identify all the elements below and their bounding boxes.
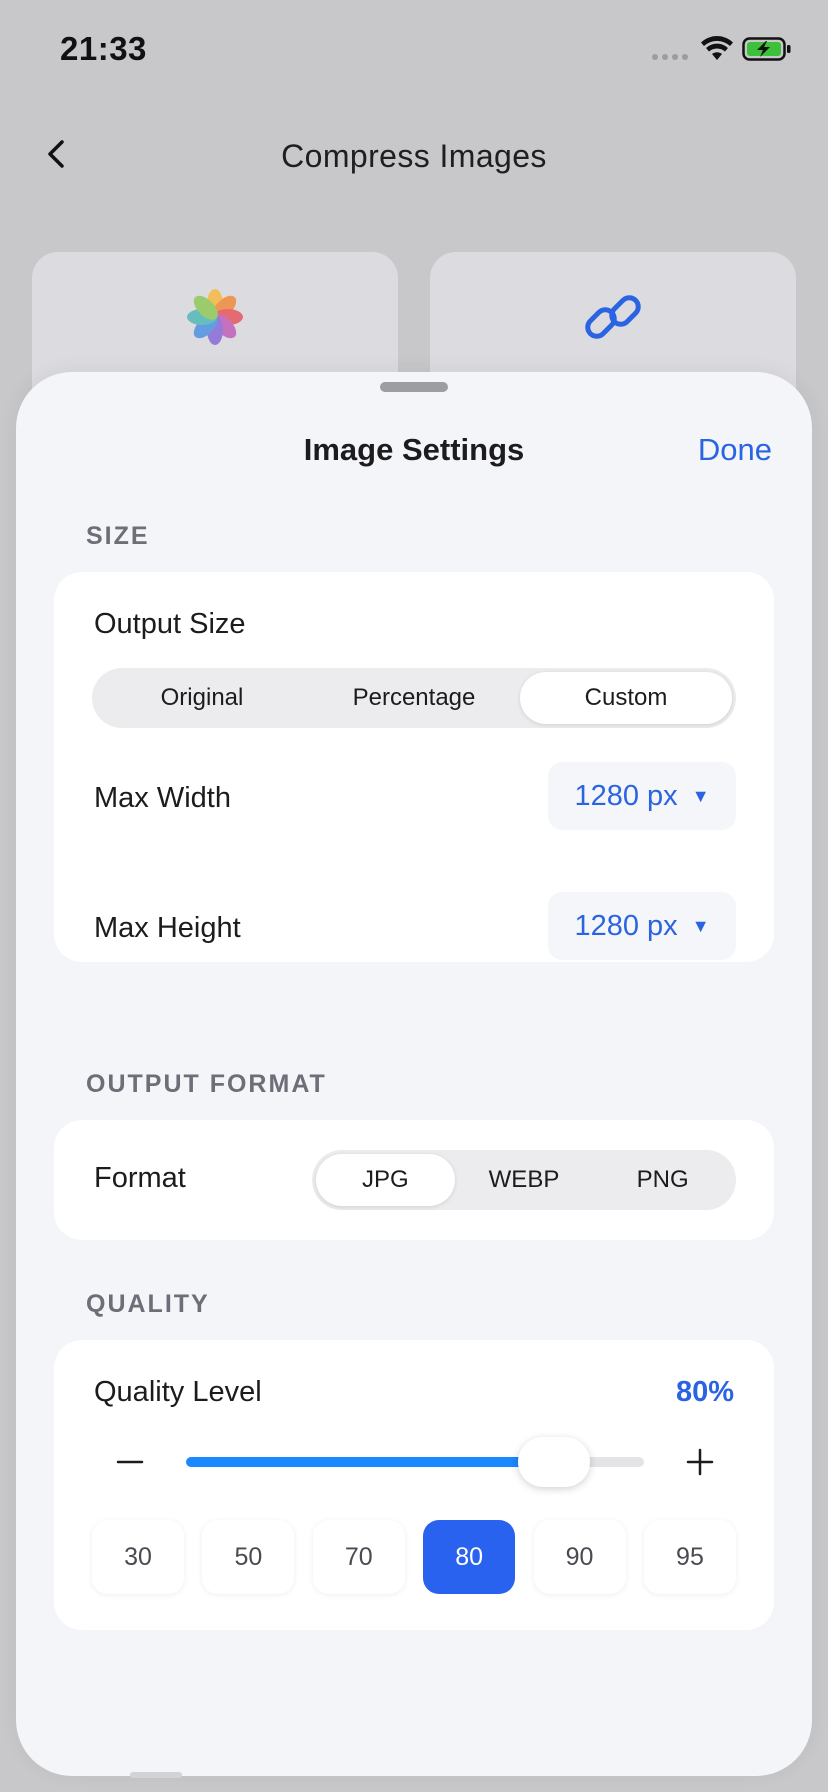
- preset-80[interactable]: 80: [423, 1520, 516, 1594]
- navigation-bar: Compress Images: [0, 120, 828, 190]
- status-time: 21:33: [60, 30, 147, 67]
- plus-icon[interactable]: [682, 1444, 718, 1480]
- segment-custom[interactable]: Custom: [520, 672, 732, 724]
- preset-30[interactable]: 30: [92, 1520, 184, 1594]
- segment-percentage[interactable]: Percentage: [308, 672, 520, 724]
- quality-presets: 30 50 70 80 90 95: [92, 1520, 736, 1594]
- segment-jpg[interactable]: JPG: [316, 1154, 455, 1206]
- format-segmented-control: JPG WEBP PNG: [312, 1150, 736, 1210]
- size-card: Output Size Original Percentage Custom M…: [54, 572, 774, 962]
- preset-50[interactable]: 50: [202, 1520, 295, 1594]
- quality-slider-fill: [186, 1457, 527, 1467]
- preset-90[interactable]: 90: [533, 1520, 626, 1594]
- sheet-title: Image Settings: [303, 432, 525, 467]
- max-height-picker[interactable]: 1280 px ▼: [548, 892, 736, 960]
- output-size-segmented-control: Original Percentage Custom: [92, 668, 736, 728]
- caret-down-icon: ▼: [691, 785, 710, 806]
- quality-slider-thumb[interactable]: [518, 1437, 591, 1487]
- segment-webp[interactable]: WEBP: [455, 1154, 594, 1206]
- segment-png[interactable]: PNG: [593, 1154, 732, 1206]
- section-label-quality: QUALITY: [86, 1290, 210, 1318]
- sheet-grabber[interactable]: [380, 382, 448, 392]
- section-label-size: SIZE: [86, 522, 150, 550]
- minus-icon[interactable]: [112, 1444, 148, 1480]
- page-title: Compress Images: [281, 138, 547, 174]
- format-label: Format: [94, 1162, 186, 1194]
- max-width-value: 1280 px: [574, 779, 678, 812]
- wifi-icon: [701, 36, 733, 60]
- image-settings-sheet: Image Settings Done SIZE Output Size Ori…: [16, 372, 812, 1776]
- max-height-value: 1280 px: [574, 909, 678, 942]
- quality-level-label: Quality Level: [94, 1376, 262, 1408]
- preset-95[interactable]: 95: [643, 1520, 736, 1594]
- home-indicator: [130, 1772, 182, 1778]
- max-width-picker[interactable]: 1280 px ▼: [548, 762, 736, 830]
- battery-charging-icon: [742, 37, 791, 61]
- link-icon: [585, 295, 641, 339]
- format-card: Format JPG WEBP PNG: [54, 1120, 774, 1240]
- quality-card: Quality Level 80% 30 50 70 80 90 95: [54, 1340, 774, 1630]
- done-button[interactable]: Done: [698, 432, 772, 468]
- preset-70[interactable]: 70: [312, 1520, 405, 1594]
- max-width-label: Max Width: [94, 782, 231, 814]
- quality-value: 80%: [675, 1376, 734, 1408]
- caret-down-icon: ▼: [691, 915, 710, 936]
- segment-original[interactable]: Original: [96, 672, 308, 724]
- max-height-label: Max Height: [94, 912, 241, 944]
- cellular-signal-icon: [652, 54, 688, 60]
- output-size-label: Output Size: [94, 608, 246, 640]
- section-label-output-format: OUTPUT FORMAT: [86, 1070, 327, 1098]
- status-bar: 21:33: [0, 0, 828, 100]
- quality-slider[interactable]: [186, 1437, 644, 1487]
- photos-icon: [187, 289, 243, 345]
